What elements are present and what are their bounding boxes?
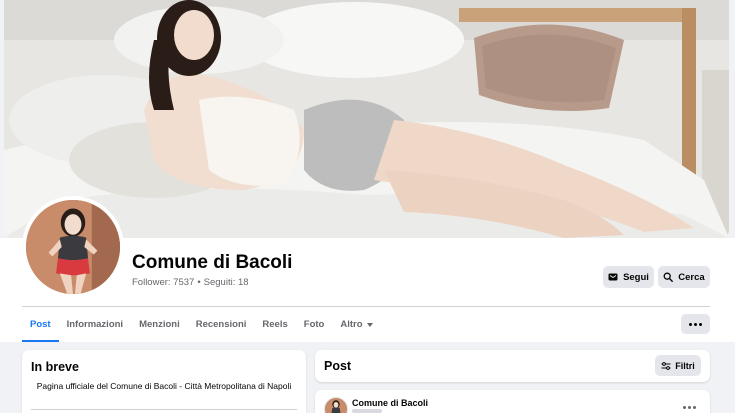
posts-title: Post [324,359,352,373]
tab-label: Post [30,319,51,330]
follow-button-label: Segui [623,271,649,283]
search-button[interactable]: Cerca [658,266,710,288]
tab-post[interactable]: Post [22,307,59,342]
filters-button[interactable]: Filtri [655,355,701,376]
tab-label: Foto [303,319,325,330]
more-dots-icon [689,322,702,326]
post-author-name[interactable]: Comune di Bacoli [352,398,428,408]
messenger-icon [608,273,618,281]
following-count[interactable]: Seguiti: 18 [204,277,249,288]
search-button-label: Cerca [678,271,705,283]
followers-count[interactable]: Follower: 7537 [132,277,194,288]
intro-title: In breve [31,360,79,374]
cover-photo-image [4,0,729,238]
tab-informazioni[interactable]: Informazioni [59,307,131,342]
follow-button[interactable]: Segui [603,266,654,288]
search-icon [663,272,674,282]
profile-avatar-image [26,200,120,294]
stats-separator: • [197,277,201,288]
post-timestamp [352,409,382,413]
more-dots-icon [682,405,696,409]
intro-description: Pagina ufficiale del Comune di Bacoli - … [36,381,292,391]
filters-button-label: Filtri [675,360,695,371]
tab-label: Recensioni [195,319,247,330]
page-title: Comune di Bacoli [132,252,293,273]
profile-stats: Follower: 7537 • Seguiti: 18 [132,277,249,288]
tab-altro[interactable]: Altro [332,307,380,342]
tab-label: Reels [262,319,288,330]
post-item: Comune di Bacoli [315,390,710,413]
tab-menzioni[interactable]: Menzioni [131,307,188,342]
profile-avatar[interactable] [22,196,124,298]
post-author-avatar[interactable] [324,397,348,413]
post-options-button[interactable] [679,400,699,413]
tab-label: Menzioni [139,319,180,330]
tab-recensioni[interactable]: Recensioni [188,307,255,342]
profile-tabs: Post Informazioni Menzioni Recensioni Re… [22,307,381,342]
tab-label: Altro [340,319,363,330]
cover-photo[interactable] [4,0,729,238]
post-author-avatar-image [325,398,347,413]
sliders-icon [661,361,671,370]
tab-foto[interactable]: Foto [296,307,333,342]
intro-card: In breve Pagina ufficiale del Comune di … [22,350,306,413]
tab-reels[interactable]: Reels [254,307,295,342]
chevron-down-icon [366,322,373,327]
tab-label: Informazioni [66,319,124,330]
intro-divider [31,409,297,410]
posts-header-card: Post Filtri [315,350,710,382]
more-options-button[interactable] [681,314,710,334]
